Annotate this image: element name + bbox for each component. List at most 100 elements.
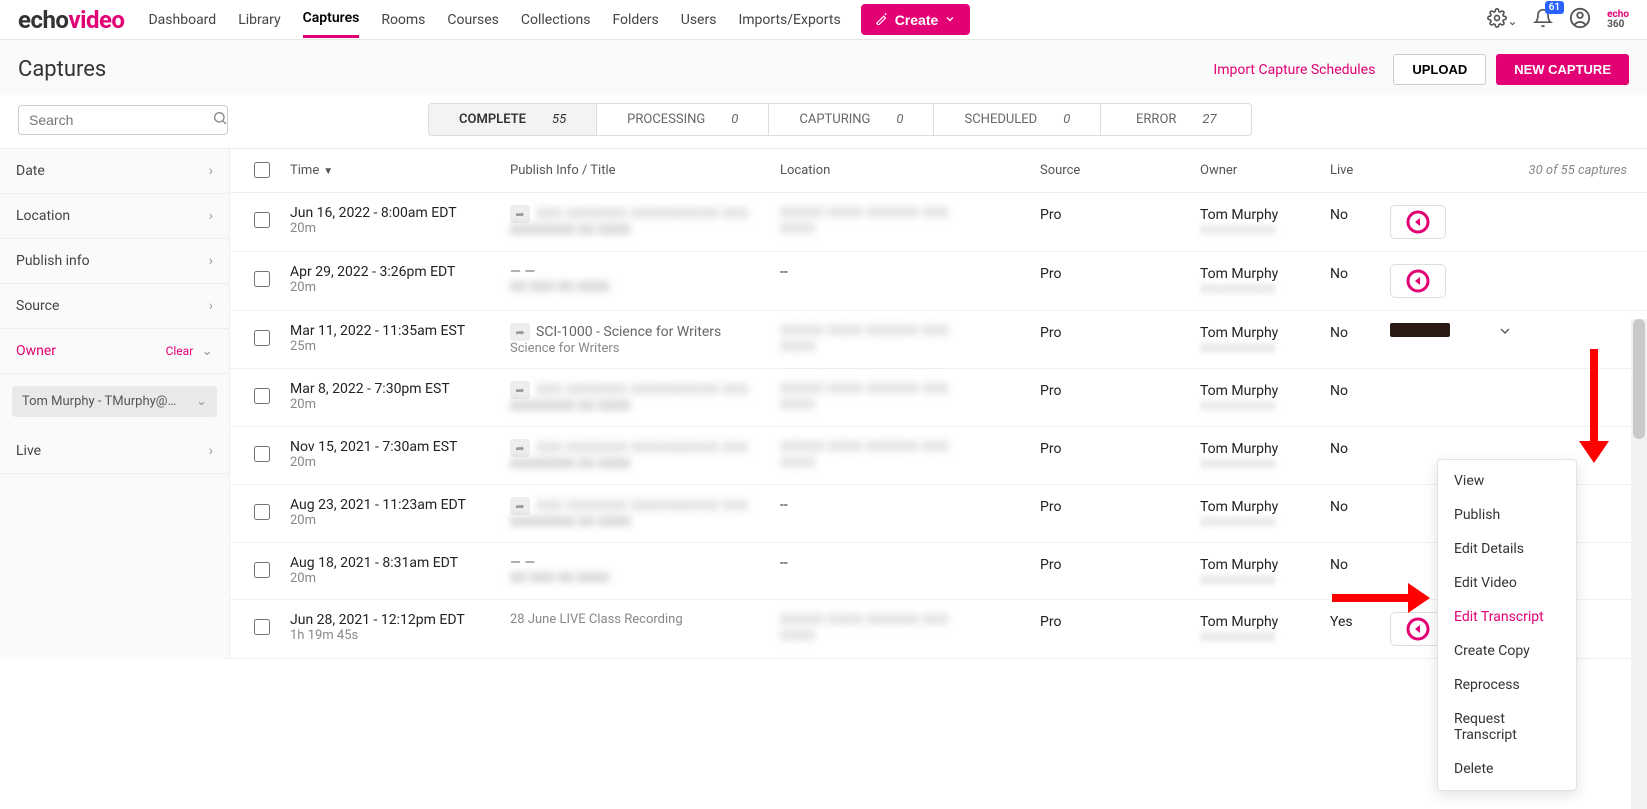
publish-line2: Science for Writers [510, 341, 780, 356]
menu-item-request-transcript[interactable]: Request Transcript [1438, 702, 1576, 752]
nav-link-rooms[interactable]: Rooms [381, 3, 425, 37]
filter-owner[interactable]: Owner Clear ⌄ [0, 329, 229, 374]
share-icon: ➦ [510, 381, 530, 399]
menu-item-publish[interactable]: Publish [1438, 498, 1576, 532]
share-icon: ➦ [510, 439, 530, 457]
th-publish[interactable]: Publish Info / Title [510, 163, 780, 178]
menu-item-view[interactable]: View [1438, 464, 1576, 498]
row-checkbox[interactable] [254, 271, 270, 287]
import-schedules-link[interactable]: Import Capture Schedules [1213, 62, 1375, 78]
owner-cell: Tom Murphy [1200, 266, 1330, 282]
live-cell: No [1330, 497, 1390, 515]
scrollbar[interactable] [1631, 319, 1647, 809]
status-tab-processing[interactable]: PROCESSING0 [597, 104, 769, 135]
settings-icon[interactable] [1487, 8, 1517, 32]
nav-link-captures[interactable]: Captures [303, 1, 360, 38]
filter-publish[interactable]: Publish info › [0, 239, 229, 284]
nav-link-users[interactable]: Users [681, 3, 717, 37]
menu-item-edit-video[interactable]: Edit Video [1438, 566, 1576, 600]
search-box[interactable] [18, 105, 228, 135]
filter-row: COMPLETE55PROCESSING0CAPTURING0SCHEDULED… [0, 95, 1647, 149]
title-bar: Captures Import Capture Schedules UPLOAD… [0, 40, 1647, 95]
echo360-logo[interactable]: echo360 [1607, 10, 1629, 30]
th-live[interactable]: Live [1330, 163, 1390, 178]
bell-icon[interactable]: 61 [1533, 8, 1553, 32]
menu-item-edit-transcript[interactable]: Edit Transcript [1438, 600, 1576, 634]
filter-owner-clear[interactable]: Clear [166, 344, 194, 358]
duration-cell: 20m [290, 571, 510, 586]
nav-link-library[interactable]: Library [238, 3, 280, 37]
nav-link-folders[interactable]: Folders [612, 3, 658, 37]
menu-item-edit-details[interactable]: Edit Details [1438, 532, 1576, 566]
chevron-down-icon: ⌄ [196, 394, 207, 409]
live-cell: No [1330, 555, 1390, 573]
row-checkbox[interactable] [254, 388, 270, 404]
annotation-arrow-right [1332, 586, 1432, 610]
search-input[interactable] [27, 111, 212, 129]
status-tab-scheduled[interactable]: SCHEDULED0 [934, 104, 1101, 135]
nav-link-courses[interactable]: Courses [447, 3, 498, 37]
filter-date[interactable]: Date › [0, 149, 229, 194]
source-cell: Pro [1040, 555, 1200, 573]
row-checkbox[interactable] [254, 619, 270, 635]
owner-cell: Tom Murphy [1200, 614, 1330, 630]
status-tabs: COMPLETE55PROCESSING0CAPTURING0SCHEDULED… [428, 103, 1252, 136]
duration-cell: 20m [290, 280, 510, 295]
source-cell: Pro [1040, 264, 1200, 282]
th-owner[interactable]: Owner [1200, 163, 1330, 178]
row-checkbox[interactable] [254, 330, 270, 346]
owner-chip[interactable]: Tom Murphy - TMurphy@… ⌄ [12, 386, 217, 417]
location-cell: -- [780, 264, 1040, 280]
th-time[interactable]: Time▼ [290, 163, 510, 178]
menu-item-create-copy[interactable]: Create Copy [1438, 634, 1576, 668]
status-tab-capturing[interactable]: CAPTURING0 [769, 104, 934, 135]
nav-link-dashboard[interactable]: Dashboard [148, 3, 216, 37]
source-cell: Pro [1040, 497, 1200, 515]
filter-location[interactable]: Location › [0, 194, 229, 239]
row-menu-button[interactable] [1490, 323, 1520, 343]
live-cell: No [1330, 205, 1390, 223]
location-cell: XXXXX XXXX XXXXXX XXXXXXX [780, 323, 1040, 355]
status-tab-error[interactable]: ERROR27 [1101, 104, 1251, 135]
publish-line2: XXXXXXXX XX XXXX [510, 399, 780, 414]
filter-live[interactable]: Live › [0, 429, 229, 474]
th-location[interactable]: Location [780, 163, 1040, 178]
new-capture-button[interactable]: NEW CAPTURE [1496, 54, 1629, 85]
nav-link-importsexports[interactable]: Imports/Exports [738, 3, 840, 37]
row-checkbox[interactable] [254, 446, 270, 462]
status-tab-complete[interactable]: COMPLETE55 [429, 104, 597, 135]
profile-icon[interactable] [1569, 7, 1591, 33]
menu-item-reprocess[interactable]: Reprocess [1438, 668, 1576, 702]
sort-desc-icon: ▼ [323, 166, 333, 177]
play-button[interactable] [1390, 205, 1446, 239]
live-cell: No [1330, 264, 1390, 282]
duration-cell: 25m [290, 339, 510, 354]
publish-line2: XX XXX XX XXXX [510, 571, 780, 586]
menu-item-delete[interactable]: Delete [1438, 752, 1576, 786]
row-checkbox[interactable] [254, 562, 270, 578]
video-thumbnail[interactable] [1390, 323, 1450, 337]
upload-button[interactable]: UPLOAD [1393, 54, 1486, 85]
time-cell: Aug 18, 2021 - 8:31am EDT [290, 555, 510, 571]
brand-part1: echo [18, 6, 68, 34]
filter-source[interactable]: Source › [0, 284, 229, 329]
time-cell: Nov 15, 2021 - 7:30am EST [290, 439, 510, 455]
create-button[interactable]: Create [861, 4, 971, 35]
brand-logo[interactable]: echovideo [18, 6, 124, 34]
chevron-right-icon: › [209, 443, 213, 459]
scrollbar-thumb[interactable] [1633, 319, 1645, 439]
filter-sidebar: Date › Location › Publish info › Source … [0, 149, 230, 659]
publish-line2: 28 June LIVE Class Recording [510, 612, 780, 627]
share-icon: ➦ [510, 323, 530, 341]
play-button[interactable] [1390, 264, 1446, 298]
nav-link-collections[interactable]: Collections [521, 3, 591, 37]
owner-cell: Tom Murphy [1200, 325, 1330, 341]
filter-owner-label: Owner [16, 343, 56, 359]
row-checkbox[interactable] [254, 212, 270, 228]
row-checkbox[interactable] [254, 504, 270, 520]
th-source[interactable]: Source [1040, 163, 1200, 178]
duration-cell: 20m [290, 221, 510, 236]
source-cell: Pro [1040, 381, 1200, 399]
filter-source-label: Source [16, 298, 59, 314]
select-all-checkbox[interactable] [254, 162, 270, 178]
